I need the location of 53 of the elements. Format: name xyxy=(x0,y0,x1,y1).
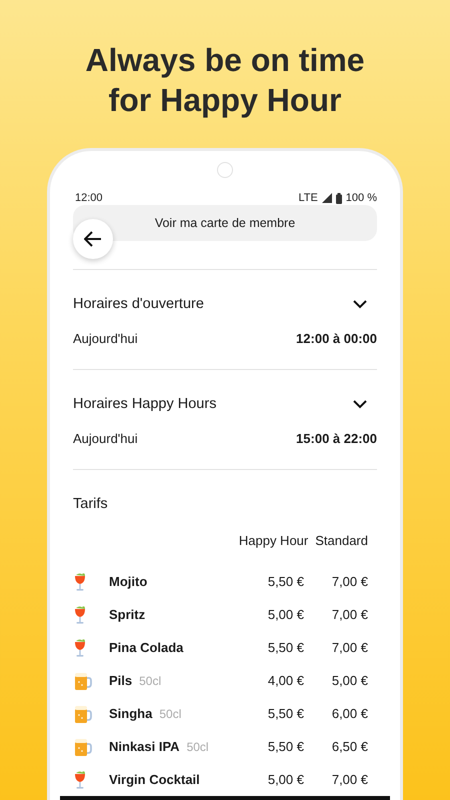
back-button[interactable] xyxy=(73,219,113,259)
drink-size: 50cl xyxy=(159,707,182,721)
chevron-down-icon[interactable] xyxy=(353,300,367,308)
cocktail-icon xyxy=(73,770,87,790)
camera-lens xyxy=(217,162,233,178)
drink-name: Singha xyxy=(109,706,152,721)
drink-size: 50cl xyxy=(139,674,162,688)
price: 5,50 € xyxy=(266,640,304,655)
price: 5,50 € xyxy=(266,574,304,589)
price: 5,00 € xyxy=(330,673,368,688)
network-label: LTE xyxy=(298,192,318,204)
price: 6,50 € xyxy=(330,739,368,754)
headline: for Happy Hour xyxy=(108,81,342,120)
column-header: Standard xyxy=(315,532,368,548)
member-card-button[interactable]: Voir ma carte de membre xyxy=(73,205,377,241)
price: 6,00 € xyxy=(330,706,368,721)
signal-icon xyxy=(322,193,332,203)
price: 5,50 € xyxy=(266,739,304,754)
hours-value: 12:00 à 00:00 xyxy=(296,330,377,346)
status-time: 12:00 xyxy=(75,192,103,204)
back-arrow-icon xyxy=(84,231,102,247)
price: 5,00 € xyxy=(266,607,304,622)
drink-size: 50cl xyxy=(186,740,209,754)
drink-name: Virgin Cocktail xyxy=(109,772,200,787)
headline: Always be on time xyxy=(84,41,366,80)
day-label: Aujourd'hui xyxy=(73,330,138,346)
battery-level: 100 % xyxy=(346,192,377,204)
section-title: Tarifs xyxy=(73,495,109,514)
cocktail-icon xyxy=(73,604,87,624)
hours-value: 15:00 à 22:00 xyxy=(296,430,377,446)
beer-mug-icon xyxy=(73,670,93,690)
drink-name: Pina Colada xyxy=(109,640,184,655)
cocktail-icon xyxy=(73,572,87,592)
price: 5,00 € xyxy=(266,772,304,787)
drink-name: Mojito xyxy=(109,574,148,589)
price: 7,00 € xyxy=(330,607,368,622)
drink-name: Ninkasi IPA xyxy=(109,739,180,754)
chevron-down-icon[interactable] xyxy=(353,400,367,408)
cocktail-icon xyxy=(73,638,87,658)
price: 7,00 € xyxy=(330,574,368,589)
beer-mug-icon xyxy=(73,736,93,756)
price: 5,50 € xyxy=(266,706,304,721)
section-title: Horaires d'ouverture xyxy=(73,296,204,312)
price: 7,00 € xyxy=(330,640,368,655)
price: 7,00 € xyxy=(330,772,368,787)
price: 4,00 € xyxy=(266,673,304,688)
section-title: Horaires Happy Hours xyxy=(73,396,216,412)
drink-name: Pils xyxy=(109,673,132,688)
day-label: Aujourd'hui xyxy=(73,430,138,446)
drink-name: Spritz xyxy=(109,607,146,622)
battery-icon xyxy=(336,192,342,204)
column-header: Happy Hour xyxy=(238,532,308,548)
beer-mug-icon xyxy=(73,704,93,724)
